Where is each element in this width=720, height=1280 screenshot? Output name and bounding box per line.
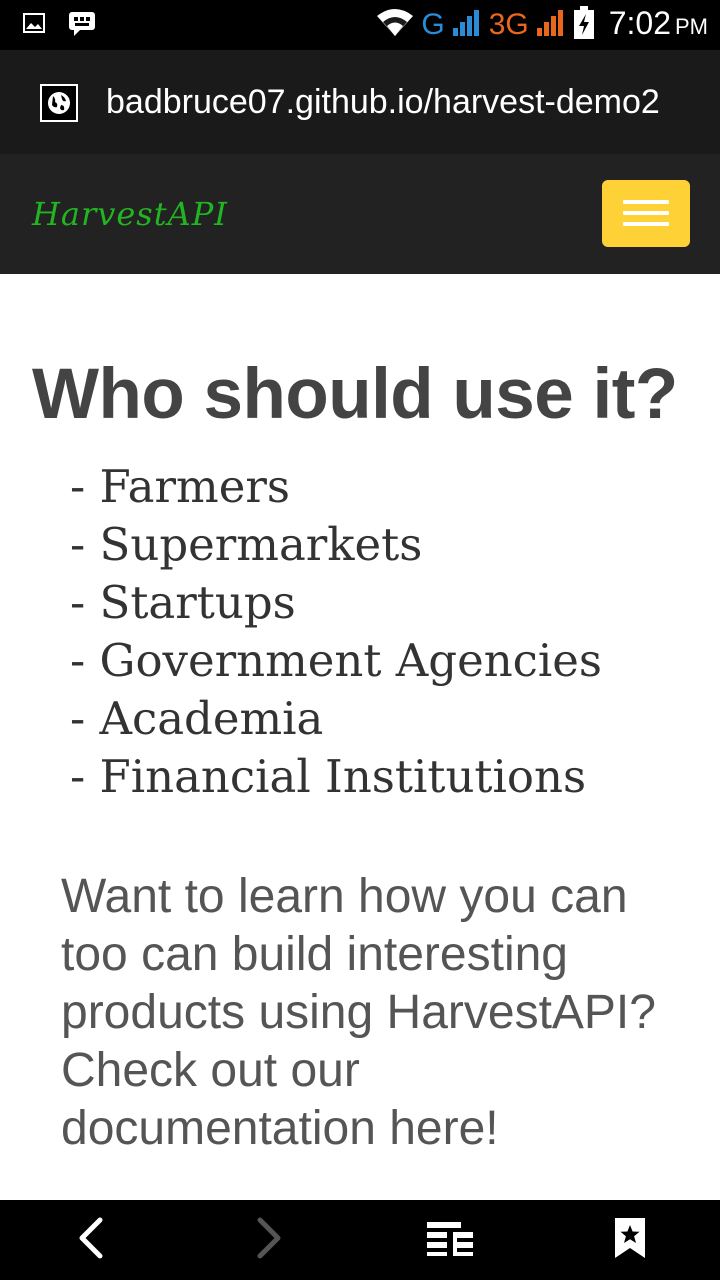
forward-button[interactable] xyxy=(220,1200,320,1280)
signal-strength-icon-1 xyxy=(451,8,483,42)
hamburger-bar xyxy=(623,200,669,204)
audience-item: - Government Agencies xyxy=(70,634,603,687)
next-section-heading-partial xyxy=(32,1180,692,1200)
back-icon xyxy=(76,1216,104,1264)
url-field[interactable]: badbruce07.github.io/harvest-demo2 xyxy=(106,50,710,154)
forward-icon xyxy=(256,1216,284,1264)
documentation-callout: Want to learn how you can too can build … xyxy=(61,868,681,1158)
callout-line-link[interactable]: documentation here! xyxy=(61,1100,681,1158)
network-g-label: G xyxy=(421,8,445,41)
audience-item: - Academia xyxy=(70,692,324,745)
network-3g-label: 3G xyxy=(488,8,529,41)
menu-toggle-button[interactable] xyxy=(602,180,690,247)
audience-item: - Farmers xyxy=(70,460,290,513)
audience-list: - Farmers - Supermarkets - Startups - Go… xyxy=(70,458,602,806)
wifi-icon xyxy=(375,8,415,42)
clock-ampm: PM xyxy=(675,14,708,39)
audience-item: - Startups xyxy=(70,576,296,629)
audience-item: - Financial Institutions xyxy=(70,750,587,803)
back-button[interactable] xyxy=(40,1200,140,1280)
callout-line: Want to learn how you can xyxy=(61,870,628,923)
bookmarks-icon xyxy=(613,1216,647,1264)
message-notification-icon xyxy=(68,11,95,36)
signal-strength-icon-2 xyxy=(535,8,567,42)
site-navbar: HarvestAPI xyxy=(0,154,720,274)
gallery-notification-icon xyxy=(22,11,46,35)
bookmarks-button[interactable] xyxy=(580,1200,680,1280)
hamburger-bar xyxy=(623,211,669,215)
tabs-button[interactable] xyxy=(400,1200,500,1280)
callout-line: too can build interesting xyxy=(61,928,568,981)
brand-logo[interactable]: HarvestAPI xyxy=(32,154,228,274)
callout-line: Check out our xyxy=(61,1044,360,1097)
clock-time: 7:02 xyxy=(608,5,671,41)
section-heading: Who should use it? xyxy=(32,355,678,434)
hamburger-bar xyxy=(623,222,669,226)
audience-item: - Supermarkets xyxy=(70,518,423,571)
main-content: Who should use it? - Farmers - Supermark… xyxy=(0,274,720,1200)
address-bar: badbruce07.github.io/harvest-demo2 xyxy=(0,50,720,154)
tabs-icon xyxy=(425,1218,475,1262)
status-bar: G 3G 7:02 PM xyxy=(0,0,720,50)
globe-icon[interactable] xyxy=(40,84,78,122)
clock: 7:02 PM xyxy=(609,0,708,52)
browser-toolbar xyxy=(0,1200,720,1280)
battery-charging-icon xyxy=(573,6,595,44)
callout-line: products using HarvestAPI? xyxy=(61,986,656,1039)
